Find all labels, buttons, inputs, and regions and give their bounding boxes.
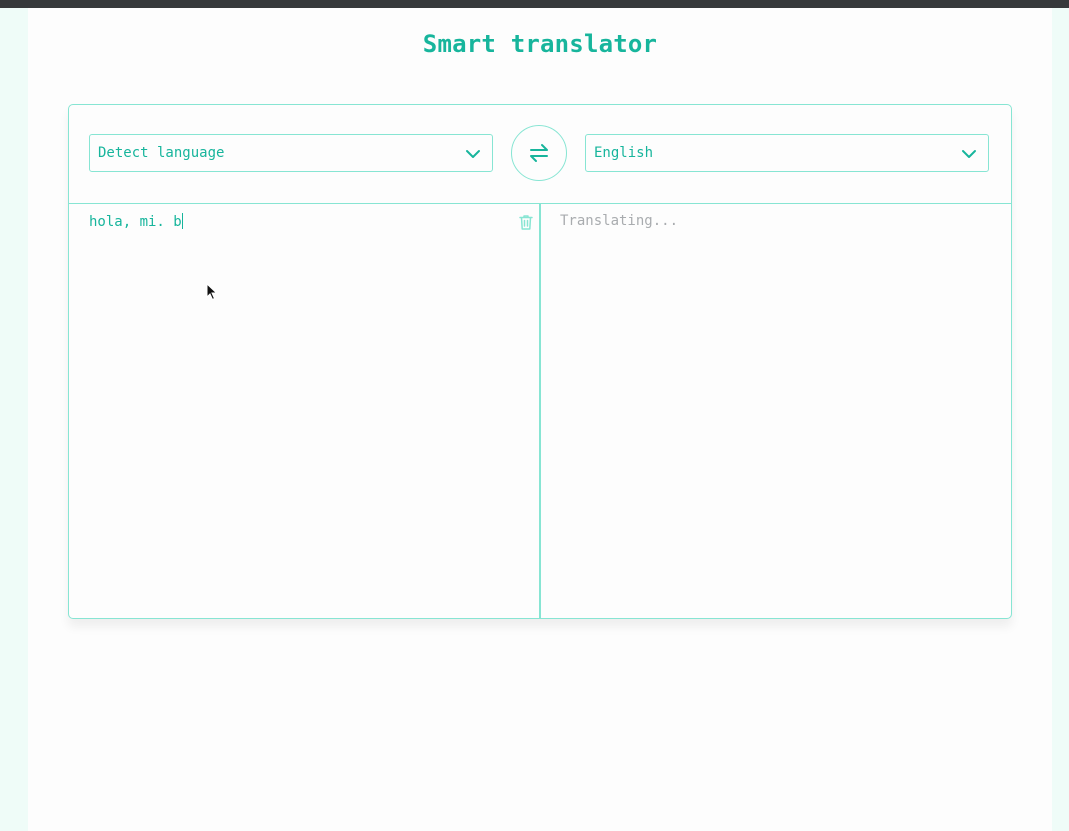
- source-text-area[interactable]: hola, mi. b: [69, 204, 541, 618]
- chevron-down-icon: [962, 150, 976, 158]
- translator-card: Detect language English hola, mi. b Tran…: [68, 104, 1012, 619]
- source-text-value: hola, mi. b: [89, 214, 182, 230]
- browser-top-bar: [0, 0, 1069, 8]
- trash-icon[interactable]: [517, 213, 535, 231]
- page-title: Smart translator: [422, 30, 658, 58]
- text-caret: [181, 213, 183, 229]
- source-language-value: Detect language: [98, 145, 225, 161]
- source-language-select[interactable]: Detect language: [89, 134, 493, 172]
- translation-status: Translating...: [560, 213, 679, 229]
- language-bar: Detect language English: [69, 105, 1011, 204]
- target-language-value: English: [594, 145, 654, 161]
- target-language-select[interactable]: English: [585, 134, 989, 172]
- app-container: Smart translator Detect language English: [28, 8, 1052, 831]
- swap-languages-button[interactable]: [511, 125, 567, 181]
- source-text-input[interactable]: hola, mi. b: [89, 213, 183, 230]
- swap-arrows-icon: [530, 144, 548, 162]
- mouse-pointer-icon: [206, 283, 218, 301]
- chevron-down-icon: [466, 150, 480, 158]
- translation-output-area: Translating...: [541, 204, 1011, 618]
